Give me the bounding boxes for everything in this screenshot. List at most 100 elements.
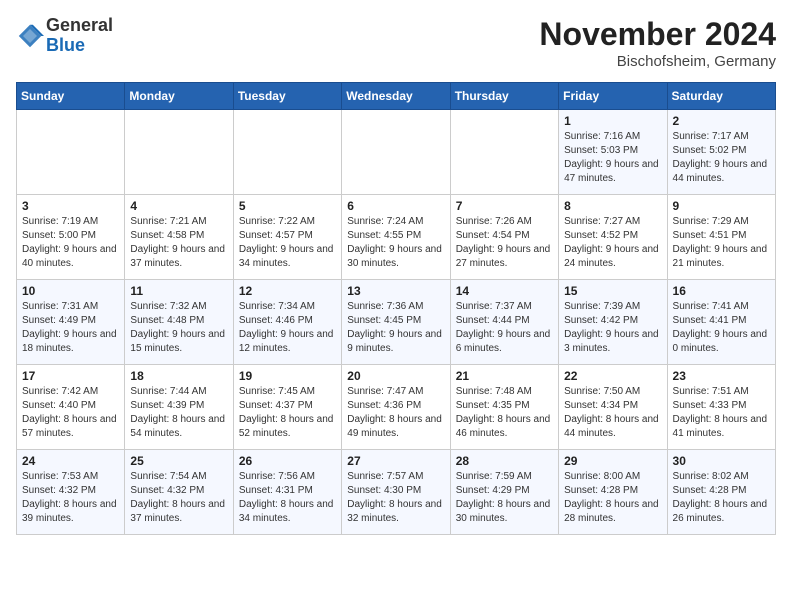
day-number: 19 (239, 369, 336, 383)
calendar-cell (17, 110, 125, 195)
calendar-week-4: 17Sunrise: 7:42 AM Sunset: 4:40 PM Dayli… (17, 365, 776, 450)
calendar-week-1: 1 Sunrise: 7:16 AM Sunset: 5:03 PM Daylig… (17, 110, 776, 195)
day-info: Sunrise: 7:34 AM Sunset: 4:46 PM Dayligh… (239, 300, 336, 356)
weekday-header-sunday: Sunday (17, 83, 125, 110)
day-number: 1 (564, 114, 661, 128)
day-info: Sunrise: 7:41 AM Sunset: 4:41 PM Dayligh… (673, 300, 770, 356)
day-number: 6 (347, 199, 444, 213)
calendar-cell (342, 110, 450, 195)
calendar-cell: 27 Sunrise: 7:57 AM Sunset: 4:30 PM Dayli… (342, 450, 450, 535)
day-info: Sunrise: 7:17 AM Sunset: 5:02 PM Dayligh… (673, 130, 770, 186)
day-number: 26 (239, 454, 336, 468)
weekday-header-friday: Friday (559, 83, 667, 110)
month-title: November 2024 (539, 16, 776, 53)
calendar-header-row: SundayMondayTuesdayWednesdayThursdayFrid… (17, 83, 776, 110)
day-number: 25 (130, 454, 227, 468)
day-number: 24 (22, 454, 119, 468)
calendar-cell: 11 Sunrise: 7:32 AM Sunset: 4:48 PM Dayli… (125, 280, 233, 365)
weekday-header-monday: Monday (125, 83, 233, 110)
day-info: Sunrise: 7:47 AM Sunset: 4:36 PM Dayligh… (347, 385, 444, 441)
calendar-cell: 26Sunrise: 7:56 AM Sunset: 4:31 PM Dayli… (233, 450, 341, 535)
day-number: 29 (564, 454, 661, 468)
day-number: 21 (456, 369, 553, 383)
day-number: 7 (456, 199, 553, 213)
calendar-cell: 19 Sunrise: 7:45 AM Sunset: 4:37 PM Dayli… (233, 365, 341, 450)
calendar-cell (125, 110, 233, 195)
day-info: Sunrise: 7:32 AM Sunset: 4:48 PM Dayligh… (130, 300, 227, 356)
calendar-cell: 8Sunrise: 7:27 AM Sunset: 4:52 PM Daylig… (559, 195, 667, 280)
calendar-cell: 17Sunrise: 7:42 AM Sunset: 4:40 PM Dayli… (17, 365, 125, 450)
day-number: 13 (347, 284, 444, 298)
calendar-cell: 29Sunrise: 8:00 AM Sunset: 4:28 PM Dayli… (559, 450, 667, 535)
calendar-cell: 20 Sunrise: 7:47 AM Sunset: 4:36 PM Dayli… (342, 365, 450, 450)
day-number: 23 (673, 369, 770, 383)
calendar-table: SundayMondayTuesdayWednesdayThursdayFrid… (16, 82, 776, 535)
day-info: Sunrise: 7:24 AM Sunset: 4:55 PM Dayligh… (347, 215, 444, 271)
calendar-cell: 6 Sunrise: 7:24 AM Sunset: 4:55 PM Daylig… (342, 195, 450, 280)
day-info: Sunrise: 7:51 AM Sunset: 4:33 PM Dayligh… (673, 385, 770, 441)
calendar-cell: 7 Sunrise: 7:26 AM Sunset: 4:54 PM Daylig… (450, 195, 558, 280)
calendar-cell: 16Sunrise: 7:41 AM Sunset: 4:41 PM Dayli… (667, 280, 775, 365)
day-info: Sunrise: 7:16 AM Sunset: 5:03 PM Dayligh… (564, 130, 661, 186)
day-info: Sunrise: 7:37 AM Sunset: 4:44 PM Dayligh… (456, 300, 553, 356)
day-number: 22 (564, 369, 661, 383)
day-info: Sunrise: 7:31 AM Sunset: 4:49 PM Dayligh… (22, 300, 119, 356)
day-number: 9 (673, 199, 770, 213)
day-info: Sunrise: 7:27 AM Sunset: 4:52 PM Dayligh… (564, 215, 661, 271)
calendar-cell: 5Sunrise: 7:22 AM Sunset: 4:57 PM Daylig… (233, 195, 341, 280)
day-info: Sunrise: 7:53 AM Sunset: 4:32 PM Dayligh… (22, 470, 119, 526)
day-number: 30 (673, 454, 770, 468)
title-block: November 2024 Bischofsheim, Germany (539, 16, 776, 70)
calendar-cell: 12 Sunrise: 7:34 AM Sunset: 4:46 PM Dayli… (233, 280, 341, 365)
calendar-week-3: 10 Sunrise: 7:31 AM Sunset: 4:49 PM Dayli… (17, 280, 776, 365)
day-number: 28 (456, 454, 553, 468)
calendar-cell: 22Sunrise: 7:50 AM Sunset: 4:34 PM Dayli… (559, 365, 667, 450)
day-info: Sunrise: 8:02 AM Sunset: 4:28 PM Dayligh… (673, 470, 770, 526)
calendar-week-2: 3 Sunrise: 7:19 AM Sunset: 5:00 PM Daylig… (17, 195, 776, 280)
day-info: Sunrise: 7:44 AM Sunset: 4:39 PM Dayligh… (130, 385, 227, 441)
day-number: 2 (673, 114, 770, 128)
day-info: Sunrise: 7:45 AM Sunset: 4:37 PM Dayligh… (239, 385, 336, 441)
page-header: General Blue November 2024 Bischofsheim,… (16, 16, 776, 70)
day-number: 27 (347, 454, 444, 468)
calendar-cell: 21 Sunrise: 7:48 AM Sunset: 4:35 PM Dayli… (450, 365, 558, 450)
weekday-header-wednesday: Wednesday (342, 83, 450, 110)
location: Bischofsheim, Germany (539, 53, 776, 70)
day-info: Sunrise: 7:29 AM Sunset: 4:51 PM Dayligh… (673, 215, 770, 271)
day-number: 3 (22, 199, 119, 213)
day-info: Sunrise: 7:48 AM Sunset: 4:35 PM Dayligh… (456, 385, 553, 441)
day-info: Sunrise: 7:22 AM Sunset: 4:57 PM Dayligh… (239, 215, 336, 271)
calendar-cell: 18Sunrise: 7:44 AM Sunset: 4:39 PM Dayli… (125, 365, 233, 450)
calendar-cell: 30 Sunrise: 8:02 AM Sunset: 4:28 PM Dayli… (667, 450, 775, 535)
day-number: 20 (347, 369, 444, 383)
calendar-cell: 9 Sunrise: 7:29 AM Sunset: 4:51 PM Daylig… (667, 195, 775, 280)
calendar-body: 1 Sunrise: 7:16 AM Sunset: 5:03 PM Daylig… (17, 110, 776, 535)
day-info: Sunrise: 7:54 AM Sunset: 4:32 PM Dayligh… (130, 470, 227, 526)
calendar-cell: 1 Sunrise: 7:16 AM Sunset: 5:03 PM Daylig… (559, 110, 667, 195)
day-info: Sunrise: 7:19 AM Sunset: 5:00 PM Dayligh… (22, 215, 119, 271)
day-info: Sunrise: 7:21 AM Sunset: 4:58 PM Dayligh… (130, 215, 227, 271)
calendar-cell: 23 Sunrise: 7:51 AM Sunset: 4:33 PM Dayli… (667, 365, 775, 450)
day-info: Sunrise: 7:59 AM Sunset: 4:29 PM Dayligh… (456, 470, 553, 526)
day-number: 15 (564, 284, 661, 298)
calendar-cell (450, 110, 558, 195)
calendar-cell: 15 Sunrise: 7:39 AM Sunset: 4:42 PM Dayli… (559, 280, 667, 365)
weekday-header-saturday: Saturday (667, 83, 775, 110)
day-info: Sunrise: 7:42 AM Sunset: 4:40 PM Dayligh… (22, 385, 119, 441)
weekday-header-thursday: Thursday (450, 83, 558, 110)
calendar-cell: 28 Sunrise: 7:59 AM Sunset: 4:29 PM Dayli… (450, 450, 558, 535)
day-number: 11 (130, 284, 227, 298)
day-info: Sunrise: 7:39 AM Sunset: 4:42 PM Dayligh… (564, 300, 661, 356)
calendar-cell: 24 Sunrise: 7:53 AM Sunset: 4:32 PM Dayli… (17, 450, 125, 535)
calendar-week-5: 24 Sunrise: 7:53 AM Sunset: 4:32 PM Dayli… (17, 450, 776, 535)
logo: General Blue (16, 16, 113, 56)
day-number: 12 (239, 284, 336, 298)
calendar-cell: 10 Sunrise: 7:31 AM Sunset: 4:49 PM Dayli… (17, 280, 125, 365)
day-number: 4 (130, 199, 227, 213)
day-number: 14 (456, 284, 553, 298)
logo-text: General Blue (46, 16, 113, 56)
day-number: 10 (22, 284, 119, 298)
calendar-cell: 3 Sunrise: 7:19 AM Sunset: 5:00 PM Daylig… (17, 195, 125, 280)
day-info: Sunrise: 7:26 AM Sunset: 4:54 PM Dayligh… (456, 215, 553, 271)
day-info: Sunrise: 7:57 AM Sunset: 4:30 PM Dayligh… (347, 470, 444, 526)
